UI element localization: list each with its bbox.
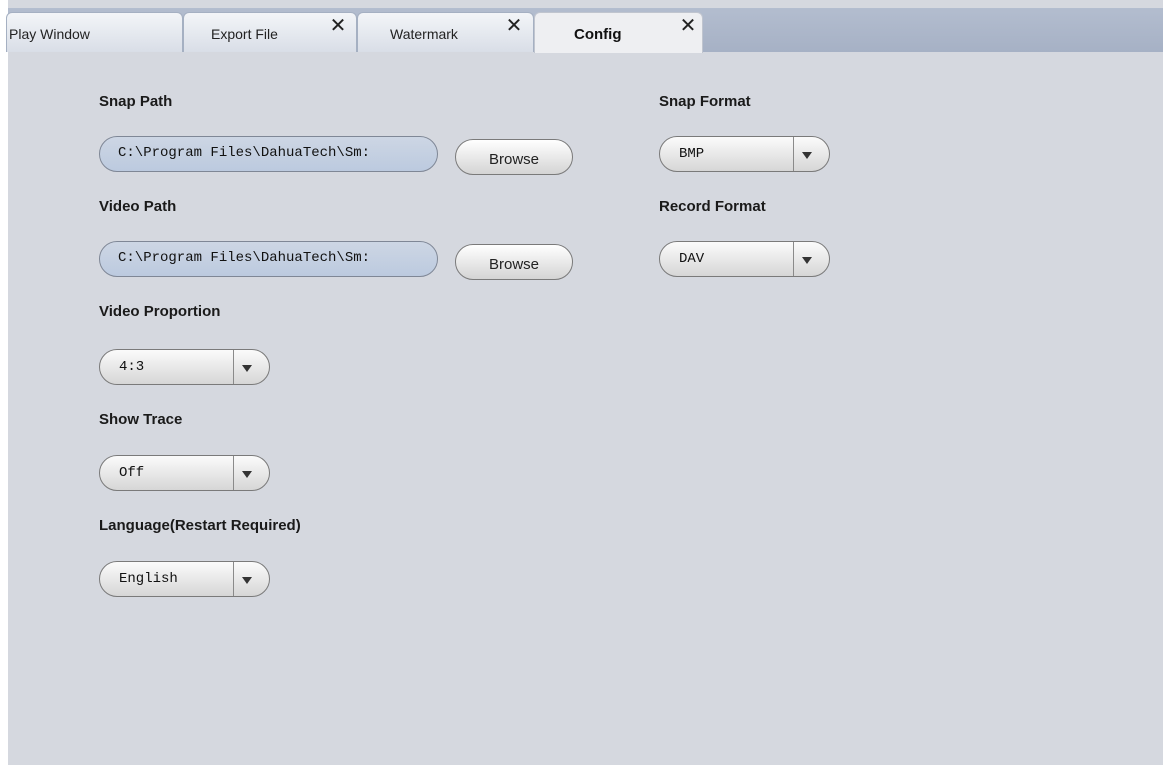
tab-label: Export File bbox=[211, 26, 278, 42]
select-divider bbox=[233, 562, 234, 596]
app-window: Play Window Export File ✕ Watermark ✕ Co… bbox=[6, 0, 1163, 765]
video-path-label: Video Path bbox=[99, 198, 177, 215]
tab-config[interactable]: Config ✕ bbox=[534, 12, 703, 53]
select-value: English bbox=[119, 571, 178, 587]
chevron-down-icon[interactable] bbox=[242, 471, 252, 478]
video-path-browse-button[interactable]: Browse bbox=[455, 244, 573, 280]
select-value: Off bbox=[119, 465, 145, 481]
record-format-select[interactable]: DAV bbox=[659, 241, 830, 277]
snap-path-input[interactable]: C:\Program Files\DahuaTech\Sm: bbox=[99, 136, 438, 172]
record-format-label: Record Format bbox=[659, 198, 766, 215]
select-value: BMP bbox=[679, 146, 705, 162]
select-value: DAV bbox=[679, 251, 705, 267]
chevron-down-icon[interactable] bbox=[242, 365, 252, 372]
tab-bar: Play Window Export File ✕ Watermark ✕ Co… bbox=[6, 8, 1163, 53]
show-trace-select[interactable]: Off bbox=[99, 455, 270, 491]
language-label: Language(Restart Required) bbox=[99, 517, 301, 534]
chevron-down-icon[interactable] bbox=[802, 257, 812, 264]
tab-export-file[interactable]: Export File ✕ bbox=[183, 12, 357, 52]
snap-format-select[interactable]: BMP bbox=[659, 136, 830, 172]
video-proportion-select[interactable]: 4:3 bbox=[99, 349, 270, 385]
tab-label: Play Window bbox=[9, 26, 90, 42]
select-value: 4:3 bbox=[119, 359, 145, 375]
chevron-down-icon[interactable] bbox=[802, 152, 812, 159]
tab-label: Config bbox=[574, 26, 622, 43]
chevron-down-icon[interactable] bbox=[242, 577, 252, 584]
language-select[interactable]: English bbox=[99, 561, 270, 597]
snap-format-label: Snap Format bbox=[659, 93, 751, 110]
select-divider bbox=[233, 350, 234, 384]
tab-watermark[interactable]: Watermark ✕ bbox=[357, 12, 534, 52]
show-trace-label: Show Trace bbox=[99, 411, 183, 428]
close-icon[interactable]: ✕ bbox=[503, 15, 525, 37]
video-proportion-label: Video Proportion bbox=[99, 303, 221, 320]
select-divider bbox=[793, 242, 794, 276]
close-icon[interactable]: ✕ bbox=[327, 15, 349, 37]
close-icon[interactable]: ✕ bbox=[677, 15, 699, 37]
snap-path-browse-button[interactable]: Browse bbox=[455, 139, 573, 175]
snap-path-label: Snap Path bbox=[99, 93, 173, 110]
tab-label: Watermark bbox=[390, 26, 458, 42]
config-panel: Snap Path C:\Program Files\DahuaTech\Sm:… bbox=[8, 52, 1163, 765]
tab-play-window[interactable]: Play Window bbox=[6, 12, 183, 52]
select-divider bbox=[793, 137, 794, 171]
video-path-input[interactable]: C:\Program Files\DahuaTech\Sm: bbox=[99, 241, 438, 277]
select-divider bbox=[233, 456, 234, 490]
